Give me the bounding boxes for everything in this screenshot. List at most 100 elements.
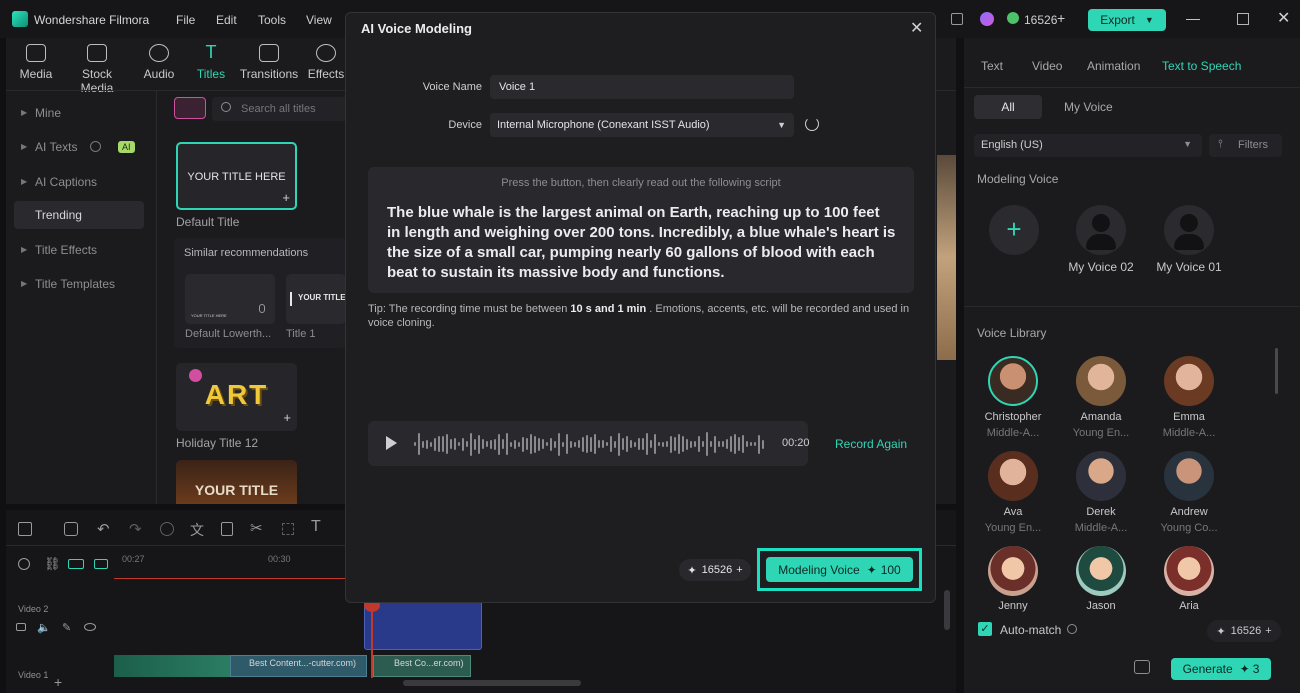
search-input[interactable]: Search all titles <box>212 97 352 121</box>
sidebar-item-mine[interactable]: ▶ Mine <box>14 99 144 127</box>
close-window-icon[interactable]: ✕ <box>1277 8 1290 28</box>
voice-avatar-derek[interactable] <box>1076 451 1126 501</box>
add-icon[interactable]: + <box>283 410 291 425</box>
clip-2[interactable]: Best Co...er.com) <box>373 655 471 677</box>
waveform-bar <box>486 441 488 447</box>
menu-tools[interactable]: Tools <box>258 13 286 27</box>
add-credits-icon[interactable]: + <box>1057 10 1065 26</box>
default-title-card[interactable]: YOUR TITLE HERE + <box>176 142 297 210</box>
waveform-bar <box>442 436 444 452</box>
add-credits-icon[interactable]: + <box>736 564 742 576</box>
filters-button[interactable]: ⫯ Filters <box>1209 134 1282 157</box>
record-again-button[interactable]: Record Again <box>835 437 907 451</box>
timeline-scrollbar[interactable] <box>403 680 581 686</box>
tab-text[interactable]: Text <box>981 59 1003 73</box>
speed-icon[interactable] <box>160 522 174 536</box>
modeling-voice-button[interactable]: Modeling Voice ✦ 100 <box>766 557 913 582</box>
waveform-bar <box>446 434 448 454</box>
sidebar-item-title-templates[interactable]: ▶ Title Templates <box>14 270 144 298</box>
text-tool-icon[interactable]: T <box>311 518 321 536</box>
similar-card-2[interactable]: YOUR TITLE <box>286 274 346 324</box>
export-button[interactable]: Export ▼ <box>1088 9 1166 31</box>
close-icon[interactable]: ✕ <box>910 18 923 38</box>
split-scissors-icon[interactable]: ✂ <box>250 519 263 537</box>
holiday-title-card[interactable]: ART + <box>176 363 297 431</box>
crop-icon[interactable] <box>282 523 294 535</box>
select-tool-icon[interactable] <box>64 522 78 536</box>
voice-name-input[interactable]: Voice 1 <box>490 75 794 99</box>
magic-icon[interactable]: ✎ <box>62 621 71 634</box>
voice-avatar-andrew[interactable] <box>1164 451 1214 501</box>
add-credits-icon[interactable]: + <box>1265 625 1271 637</box>
settings-icon[interactable] <box>18 558 30 570</box>
voice-avatar-emma[interactable] <box>1164 356 1214 406</box>
sidebar-item-ai-captions[interactable]: ▶ AI Captions <box>14 168 144 196</box>
generate-button[interactable]: Generate ✦ 3 <box>1171 658 1271 680</box>
tab-text-to-speech[interactable]: Text to Speech <box>1162 59 1241 73</box>
refresh-icon[interactable] <box>805 117 819 131</box>
language-select[interactable]: English (US) ▼ <box>974 134 1202 157</box>
help-icon[interactable] <box>1067 624 1077 634</box>
voice-avatar-christopher[interactable] <box>988 356 1038 406</box>
sidebar-item-trending[interactable]: Trending <box>14 201 144 229</box>
toolbar-transitions[interactable]: Transitions <box>239 44 299 81</box>
menu-edit[interactable]: Edit <box>216 13 237 27</box>
auto-match-checkbox[interactable]: ✓ <box>978 622 992 636</box>
translate-icon[interactable]: 文 <box>190 520 204 540</box>
sidebar-item-ai-texts[interactable]: ▶ AI Texts AI <box>14 133 144 161</box>
add-voice-button[interactable]: + <box>989 205 1039 255</box>
filter-my-voice[interactable]: My Voice <box>1064 100 1113 114</box>
voice-avatar-jason[interactable] <box>1076 546 1126 596</box>
track-add-icon[interactable] <box>68 559 84 569</box>
tab-animation[interactable]: Animation <box>1087 59 1140 73</box>
volume-icon[interactable]: 🔈 <box>37 621 51 634</box>
voice-desc: Young En... <box>1072 427 1130 439</box>
layout-icon[interactable] <box>951 13 963 25</box>
voice-avatar-jenny[interactable] <box>988 546 1038 596</box>
play-icon[interactable] <box>386 436 397 450</box>
clip-1[interactable]: Best Content...-cutter.com) <box>230 655 367 677</box>
lock-icon[interactable] <box>16 623 26 631</box>
voice-avatar-amanda[interactable] <box>1076 356 1126 406</box>
restore-icon[interactable] <box>1237 13 1249 25</box>
ai-title-icon[interactable] <box>174 97 206 119</box>
undo-icon[interactable]: ↶ <box>97 520 110 538</box>
filter-all-button[interactable]: All <box>974 95 1042 119</box>
toolbar-titles[interactable]: T Titles <box>181 43 241 81</box>
link-icon[interactable]: ⛓ <box>44 556 61 572</box>
minimize-icon[interactable]: — <box>1186 10 1200 26</box>
device-select[interactable]: Internal Microphone (Conexant ISST Audio… <box>490 113 794 137</box>
account-avatar[interactable] <box>980 12 994 26</box>
delete-icon[interactable] <box>221 522 233 536</box>
my-voice-01-avatar[interactable] <box>1164 205 1214 255</box>
similar-card-1[interactable]: YOUR TITLE HERE <box>185 274 275 324</box>
clip-left[interactable] <box>114 655 230 677</box>
toolbar-stock-media[interactable]: Stock Media <box>67 44 127 95</box>
my-voice-02-avatar[interactable] <box>1076 205 1126 255</box>
menu-file[interactable]: File <box>176 13 195 27</box>
tab-video[interactable]: Video <box>1032 59 1062 73</box>
waveform[interactable] <box>414 429 770 459</box>
voice-avatar-aria[interactable] <box>1164 546 1214 596</box>
add-icon[interactable]: + <box>282 190 290 205</box>
waveform-bar <box>594 434 596 454</box>
stock-media-icon <box>87 44 107 62</box>
vertical-scrollbar[interactable] <box>944 590 950 630</box>
ai-voice-icon[interactable] <box>1134 660 1150 674</box>
redo-icon[interactable]: ↷ <box>129 520 142 538</box>
grid-icon[interactable] <box>18 522 32 536</box>
toolbar-audio[interactable]: Audio <box>129 44 189 81</box>
eye-icon[interactable] <box>84 623 96 631</box>
menu-view[interactable]: View <box>306 13 332 27</box>
waveform-bar <box>666 441 668 447</box>
title-clip[interactable] <box>364 600 482 650</box>
track-stack-icon[interactable] <box>94 559 108 569</box>
fire-title-card[interactable]: YOUR TITLE <box>176 460 297 504</box>
library-scrollbar[interactable] <box>1275 348 1278 394</box>
waveform-bar <box>742 435 744 453</box>
toolbar-media[interactable]: Media <box>6 44 66 81</box>
help-icon[interactable] <box>90 141 101 152</box>
sidebar-item-title-effects[interactable]: ▶ Title Effects <box>14 236 144 264</box>
voice-avatar-ava[interactable] <box>988 451 1038 501</box>
add-track-icon[interactable]: + <box>54 674 62 690</box>
